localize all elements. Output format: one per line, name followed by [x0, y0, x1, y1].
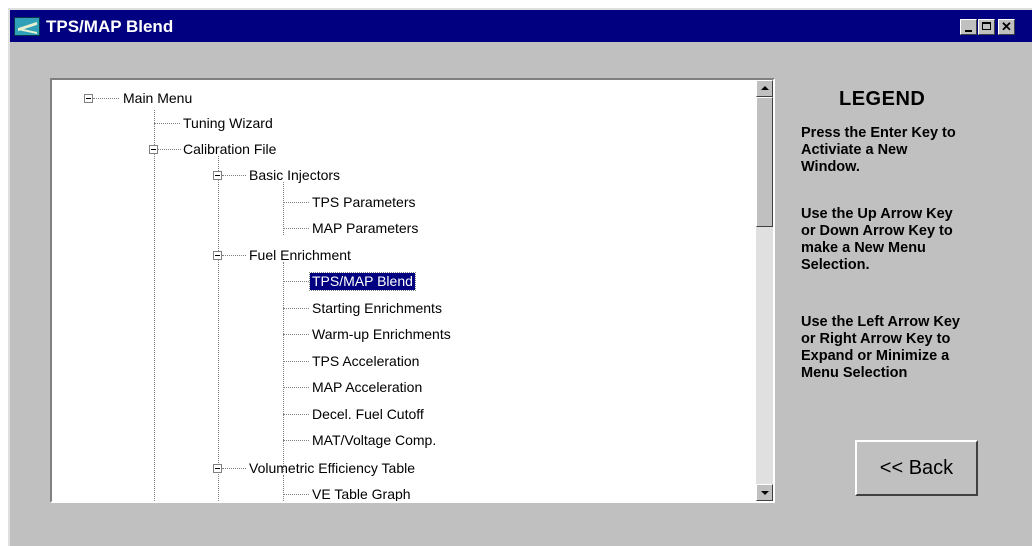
collapse-toggle[interactable]: [213, 171, 222, 180]
tree-line: [283, 387, 309, 388]
legend-line: Use the Up Arrow Key: [801, 206, 953, 222]
legend-line: or Down Arrow Key to: [801, 223, 953, 239]
maximize-icon: [982, 22, 991, 30]
legend-line: or Right Arrow Key to: [801, 331, 951, 347]
legend-line: Selection.: [801, 257, 870, 273]
tree-line: [222, 175, 246, 176]
legend-text-left-right: Use the Left Arrow Key or Right Arrow Ke…: [801, 314, 1029, 382]
window-title: TPS/MAP Blend: [46, 17, 174, 36]
legend-text-up-down: Use the Up Arrow Key or Down Arrow Key t…: [801, 206, 1029, 274]
legend-text-enter: Press the Enter Key to Activiate a New W…: [801, 125, 1029, 176]
title-bar[interactable]: TPS/MAP Blend ✕: [10, 10, 1032, 42]
minimize-button[interactable]: [960, 19, 977, 35]
close-icon: ✕: [1001, 19, 1012, 34]
tree-line: [218, 156, 219, 501]
tree-item-basic-injectors[interactable]: Basic Injectors: [249, 167, 340, 184]
tree-line: [283, 475, 284, 501]
legend-title: LEGEND: [839, 88, 926, 110]
legend-line: Menu Selection: [801, 365, 908, 381]
collapse-toggle[interactable]: [84, 94, 93, 103]
tree-item-tps-parameters[interactable]: TPS Parameters: [312, 194, 415, 211]
tree-item-ve-table-graph[interactable]: VE Table Graph: [312, 486, 411, 501]
tree-content: Main Menu Tuning Wizard Calibration File…: [52, 80, 752, 501]
tree-line: [283, 414, 309, 415]
legend-line: Press the Enter Key to: [801, 125, 956, 141]
tree-line: [283, 440, 309, 441]
tree-line: [283, 334, 309, 335]
tree-line: [158, 149, 181, 150]
tree-line: [283, 281, 309, 282]
tree-item-tps-acceleration[interactable]: TPS Acceleration: [312, 353, 419, 370]
tree-item-volumetric-efficiency-table[interactable]: Volumetric Efficiency Table: [249, 460, 415, 477]
legend-line: Use the Left Arrow Key: [801, 314, 960, 330]
tree-item-tuning-wizard[interactable]: Tuning Wizard: [183, 115, 273, 132]
menu-tree[interactable]: Main Menu Tuning Wizard Calibration File…: [50, 78, 775, 503]
legend-line: Expand or Minimize a: [801, 348, 950, 364]
maximize-button[interactable]: [978, 19, 995, 35]
collapse-toggle[interactable]: [213, 251, 222, 260]
vertical-scrollbar[interactable]: [756, 80, 773, 501]
tree-item-fuel-enrichment[interactable]: Fuel Enrichment: [249, 247, 351, 264]
tree-item-map-parameters[interactable]: MAP Parameters: [312, 220, 418, 237]
tree-item-map-acceleration[interactable]: MAP Acceleration: [312, 379, 422, 396]
tree-line: [154, 123, 180, 124]
tree-item-decel-fuel-cutoff[interactable]: Decel. Fuel Cutoff: [312, 406, 424, 423]
minimize-icon: [965, 30, 972, 32]
tree-item-tps-map-blend-selected[interactable]: TPS/MAP Blend: [309, 272, 416, 291]
back-button[interactable]: << Back: [855, 440, 978, 496]
tree-line: [283, 494, 309, 495]
scroll-down-button[interactable]: [756, 484, 773, 501]
arrow-down-icon: [761, 491, 769, 495]
scroll-thumb[interactable]: [756, 97, 773, 227]
tree-line: [222, 255, 246, 256]
tree-item-warmup-enrichments[interactable]: Warm-up Enrichments: [312, 326, 451, 343]
collapse-toggle[interactable]: [213, 464, 222, 473]
collapse-toggle[interactable]: [149, 145, 158, 154]
tree-line: [283, 202, 309, 203]
legend-line: Window.: [801, 159, 860, 175]
tree-line: [222, 468, 246, 469]
tree-item-starting-enrichments[interactable]: Starting Enrichments: [312, 300, 442, 317]
tree-line: [283, 361, 309, 362]
app-icon: [14, 17, 40, 36]
legend-line: Activiate a New: [801, 142, 908, 158]
close-button[interactable]: ✕: [998, 19, 1015, 35]
tree-item-main-menu[interactable]: Main Menu: [123, 90, 192, 107]
tree-line: [283, 228, 309, 229]
tree-item-mat-voltage-comp[interactable]: MAT/Voltage Comp.: [312, 432, 436, 449]
tree-item-calibration-file[interactable]: Calibration File: [183, 141, 276, 158]
tree-line: [154, 110, 155, 501]
arrow-up-icon: [761, 86, 769, 90]
legend-line: make a New Menu: [801, 240, 926, 256]
tree-line: [93, 98, 119, 99]
tree-line: [283, 308, 309, 309]
scroll-up-button[interactable]: [756, 80, 773, 97]
